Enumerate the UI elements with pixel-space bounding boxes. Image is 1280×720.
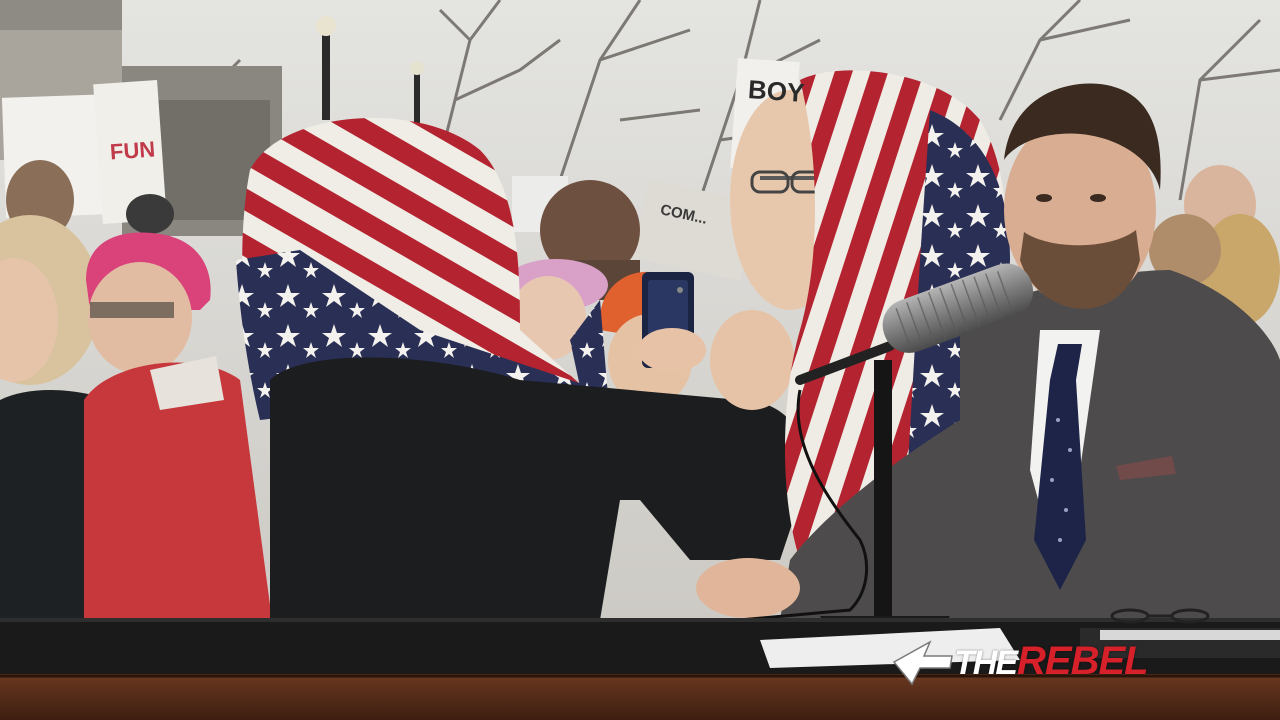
- logo-the-text: THE: [954, 644, 1018, 682]
- logo-rebel-text: REBEL: [1017, 639, 1149, 683]
- protest-sign-left-text: FUN: [109, 136, 157, 165]
- the-rebel-logo: THE REBEL: [890, 636, 1149, 686]
- studio-scene: [0, 0, 1280, 720]
- video-frame: BOY COM... FUN THE REBEL: [0, 0, 1280, 720]
- logo-wordmark: THE REBEL: [954, 639, 1149, 683]
- protest-sign-right-text: BOY: [747, 74, 806, 108]
- rebel-arrow-icon: [892, 640, 953, 686]
